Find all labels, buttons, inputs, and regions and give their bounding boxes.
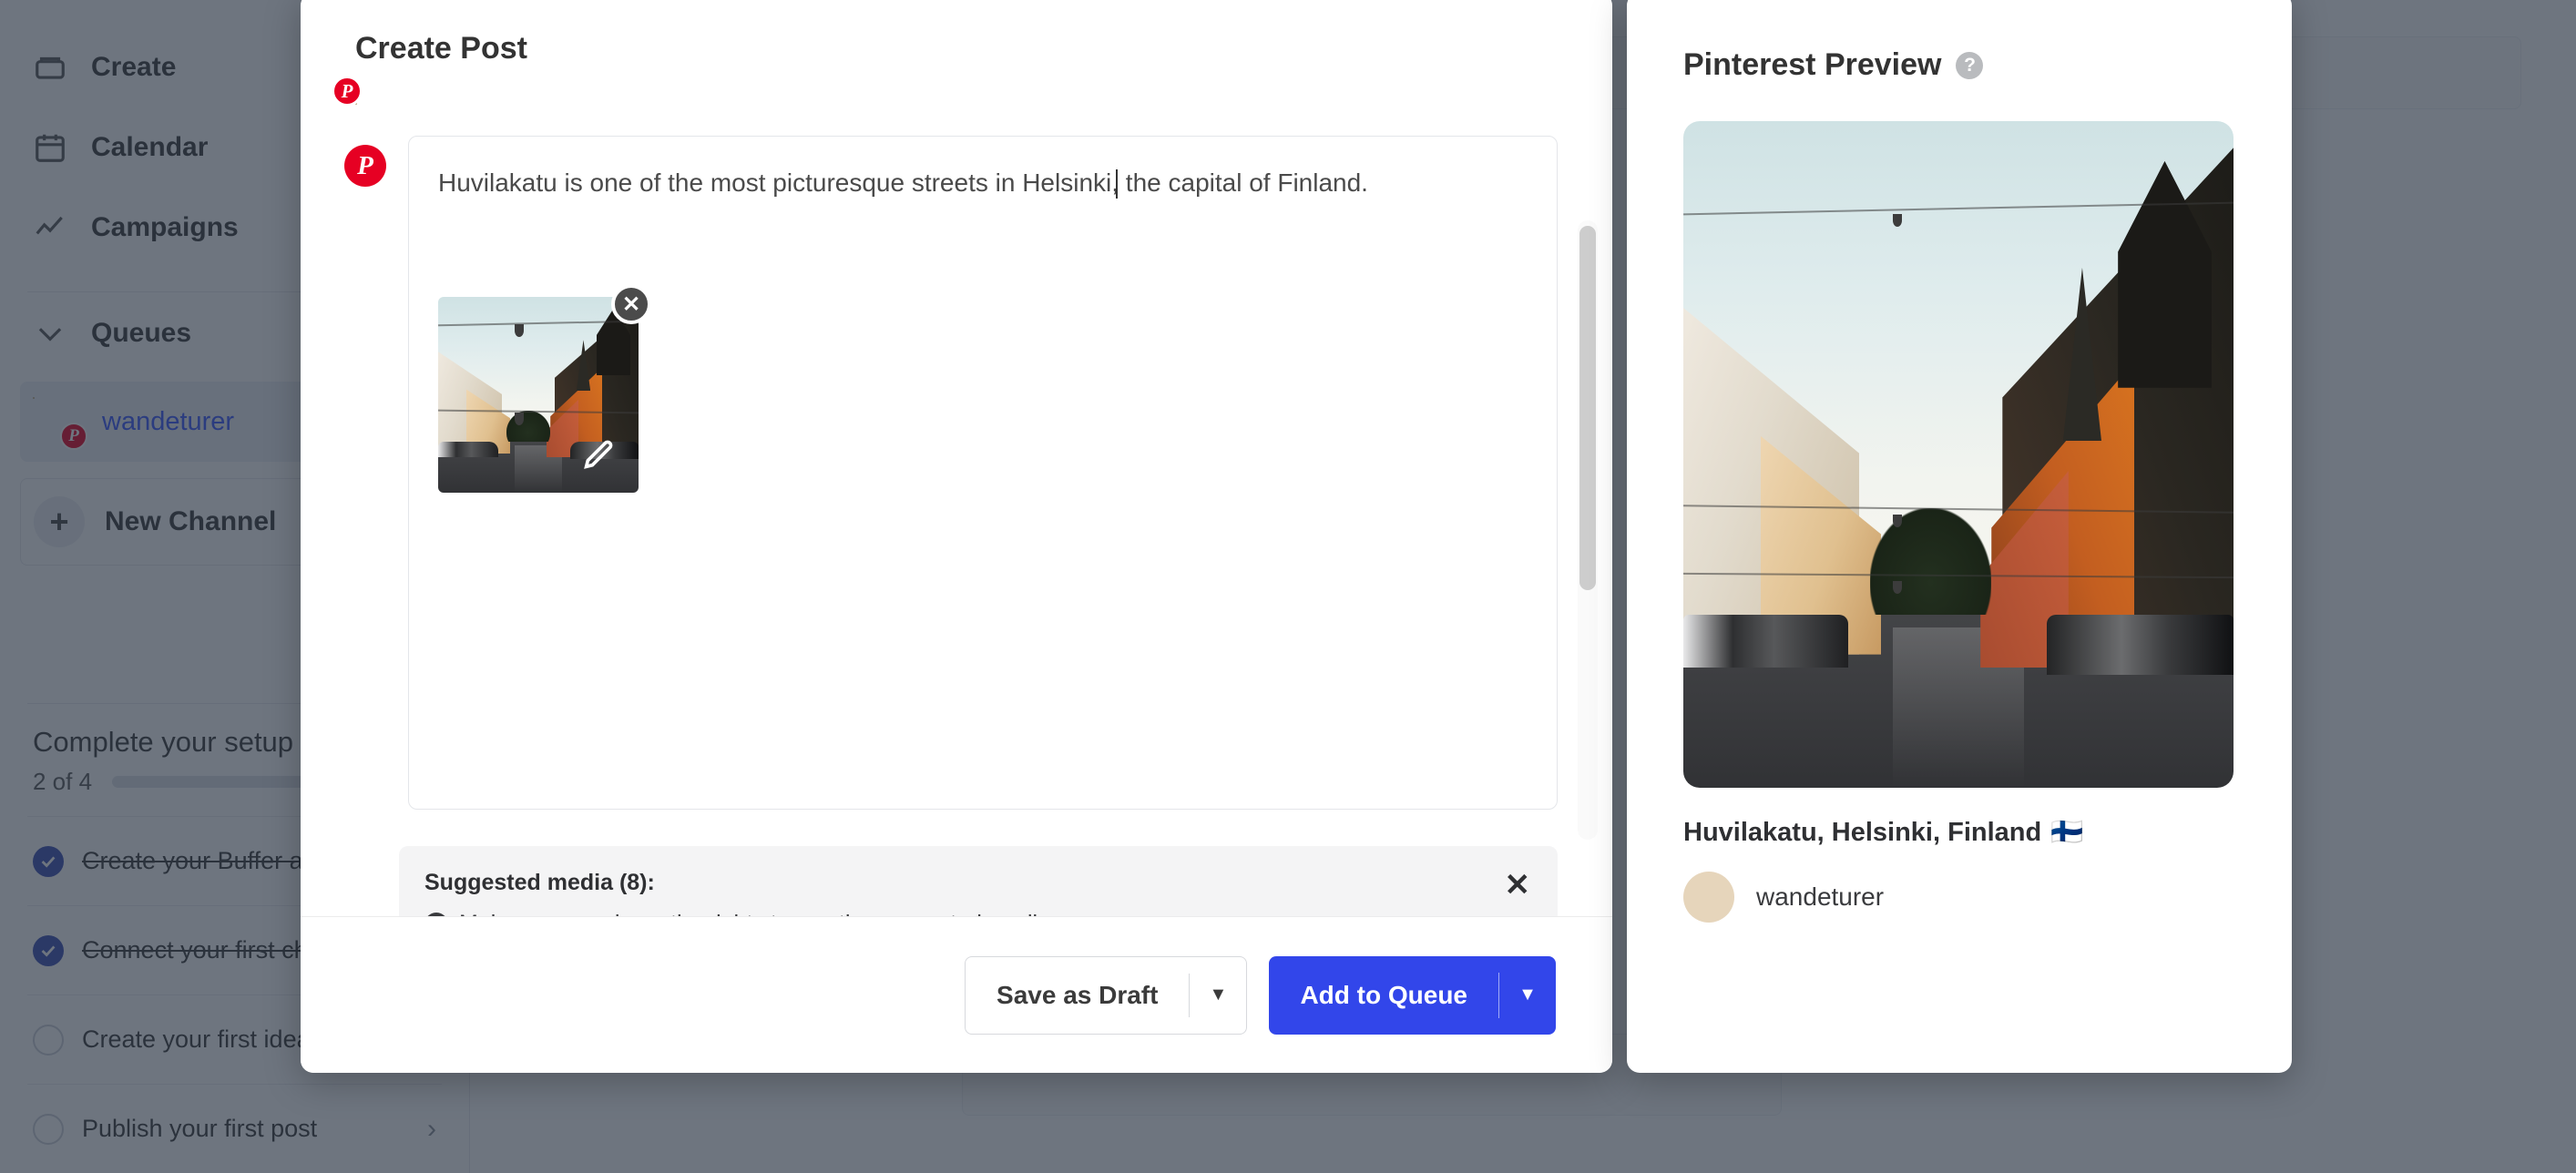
info-icon: ! — [424, 912, 448, 916]
text-cursor — [1116, 169, 1118, 199]
preview-caption: Huvilakatu, Helsinki, Finland 🇫🇮 — [1683, 817, 2235, 848]
post-text[interactable]: Huvilakatu is one of the most picturesqu… — [438, 164, 1528, 202]
save-as-draft-caret-icon[interactable]: ▼ — [1190, 957, 1246, 1034]
pinterest-icon: P — [344, 145, 386, 187]
page-title: Create Post — [355, 31, 527, 66]
composer-row: P Huvilakatu is one of the most pictures… — [301, 103, 1612, 810]
add-to-queue-button[interactable]: Add to Queue — [1269, 956, 1498, 1035]
modal-scrollbar[interactable] — [1578, 220, 1598, 840]
attached-media[interactable]: ✕ — [438, 284, 651, 493]
suggested-media-panel: Suggested media (8): ! Make sure you hav… — [399, 846, 1558, 916]
scrollbar-thumb[interactable] — [1579, 226, 1596, 590]
remove-media-button[interactable]: ✕ — [611, 284, 651, 324]
suggested-media-note-text: Make sure you have the rights to use the… — [459, 911, 1057, 916]
pinterest-preview-panel: Pinterest Preview ? Huvilakatu, Helsinki… — [1627, 0, 2292, 1073]
avatar — [1683, 872, 1734, 923]
preview-image — [1683, 121, 2234, 788]
close-suggested-media-button[interactable]: ✕ — [1505, 870, 1531, 901]
composer-account[interactable]: P — [301, 66, 1612, 107]
create-post-modal: Create Post P P Huvilakatu is one of the… — [301, 0, 1612, 1073]
pencil-icon[interactable] — [580, 436, 617, 473]
suggested-media-note: ! Make sure you have the rights to use t… — [424, 911, 1532, 916]
post-text-editor[interactable]: Huvilakatu is one of the most picturesqu… — [408, 136, 1558, 810]
add-to-queue-split-button[interactable]: Add to Queue ▼ — [1269, 955, 1556, 1035]
preview-username: wandeturer — [1756, 882, 1885, 911]
modal-footer: Save as Draft ▼ Add to Queue ▼ — [301, 916, 1612, 1073]
preview-user: wandeturer — [1683, 872, 2235, 923]
preview-title: Pinterest Preview — [1683, 47, 1942, 82]
add-to-queue-caret-icon[interactable]: ▼ — [1499, 956, 1556, 1035]
help-icon[interactable]: ? — [1956, 51, 1984, 79]
modal-scroll-area: Create Post P P Huvilakatu is one of the… — [301, 0, 1612, 916]
finland-flag-icon: 🇫🇮 — [2050, 818, 2084, 847]
preview-caption-text: Huvilakatu, Helsinki, Finland — [1683, 817, 2042, 847]
preview-header: Pinterest Preview ? — [1683, 47, 2235, 83]
save-as-draft-split-button[interactable]: Save as Draft ▼ — [965, 955, 1248, 1035]
suggested-media-title: Suggested media (8): — [424, 870, 655, 895]
pinterest-icon: P — [332, 76, 363, 107]
save-as-draft-button[interactable]: Save as Draft — [966, 957, 1189, 1034]
